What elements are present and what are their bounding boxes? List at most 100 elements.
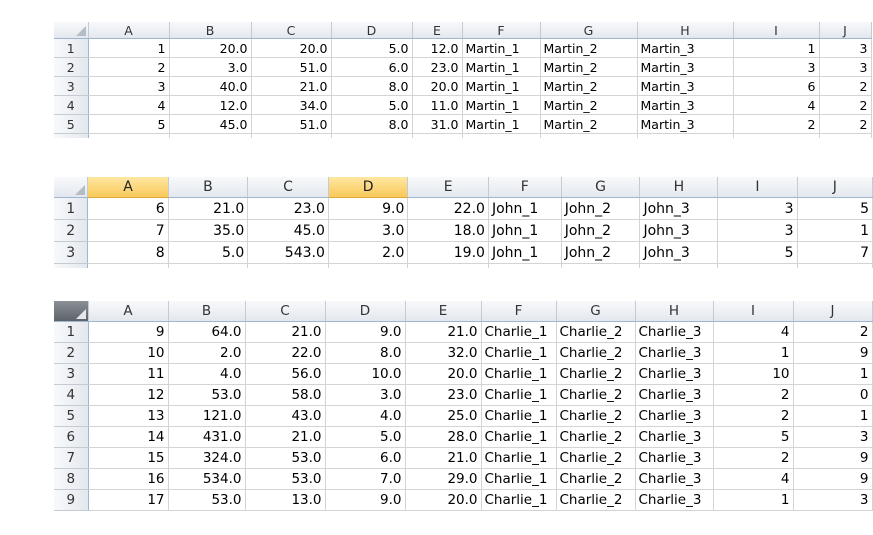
cell-d[interactable]: 4.0	[325, 405, 406, 427]
cell-e[interactable]: 23.0	[405, 384, 482, 406]
cell-e[interactable]: 22.0	[407, 197, 489, 220]
cell-f[interactable]: Martin_1	[462, 114, 541, 134]
row-header[interactable]: 2	[54, 57, 89, 77]
column-header-f[interactable]: F	[462, 22, 541, 39]
cell-d[interactable]: 5.0	[325, 426, 406, 448]
cell-g[interactable]: Charlie_2	[556, 447, 636, 469]
cell-h[interactable]: Charlie_3	[635, 321, 714, 343]
cell-e[interactable]: 31.0	[412, 114, 463, 134]
column-header-b[interactable]: B	[169, 22, 252, 39]
cell-i[interactable]: 4	[713, 321, 794, 343]
cell-f[interactable]: Charlie_1	[481, 321, 557, 343]
cell-a[interactable]: 11	[88, 363, 169, 385]
row-header[interactable]: 3	[54, 363, 89, 385]
cell-c[interactable]: 51.0	[251, 57, 332, 77]
cell-i[interactable]: 2	[713, 447, 794, 469]
cell-a[interactable]: 1	[88, 38, 170, 58]
cell-j[interactable]: 2	[819, 95, 872, 115]
cell-b[interactable]: 45.0	[169, 114, 252, 134]
cell-d[interactable]: 5.0	[331, 38, 413, 58]
cell-d[interactable]: 8.0	[325, 342, 406, 364]
cell-c[interactable]: 58.0	[245, 384, 326, 406]
cell-g[interactable]: Martin_2	[540, 114, 638, 134]
cell-h[interactable]: Charlie_3	[635, 405, 714, 427]
cell-h[interactable]: Charlie_3	[635, 384, 714, 406]
column-header-d-selected[interactable]: D	[328, 177, 409, 198]
select-all-corner[interactable]	[54, 177, 89, 198]
cell-g[interactable]: Martin_2	[540, 38, 638, 58]
cell-e[interactable]: 20.0	[412, 76, 463, 96]
cell-f[interactable]: Charlie_1	[481, 384, 557, 406]
cell-h[interactable]: John_3	[639, 197, 719, 220]
cell-e[interactable]: 19.0	[407, 241, 489, 264]
cell-h[interactable]: Martin_3	[637, 38, 734, 58]
row-header[interactable]: 3	[54, 76, 89, 96]
cell-b[interactable]: 3.0	[169, 57, 252, 77]
cell-j[interactable]: 2	[793, 321, 873, 343]
column-header-g[interactable]: G	[540, 22, 638, 39]
cell-g[interactable]: Charlie_2	[556, 489, 636, 511]
column-header-g[interactable]: G	[556, 301, 636, 322]
cell-h[interactable]: Martin_3	[637, 95, 734, 115]
cell-i[interactable]: 1	[713, 342, 794, 364]
cell-i[interactable]: 3	[717, 219, 798, 242]
cell-e[interactable]: 12.0	[412, 38, 463, 58]
cell-f[interactable]: Martin_1	[462, 76, 541, 96]
row-header[interactable]: 3	[54, 241, 89, 264]
cell-c[interactable]: 53.0	[245, 468, 326, 490]
cell-g[interactable]: John_2	[561, 241, 641, 264]
cell-a[interactable]: 17	[88, 489, 169, 511]
cell-g[interactable]: Charlie_2	[556, 342, 636, 364]
column-header-h[interactable]: H	[637, 22, 734, 39]
cell-c[interactable]: 22.0	[245, 342, 326, 364]
cell-a[interactable]: 7	[87, 219, 169, 242]
column-header-c[interactable]: C	[247, 177, 329, 198]
column-header-b[interactable]: B	[168, 301, 246, 322]
cell-d[interactable]: 5.0	[331, 95, 413, 115]
cell-h[interactable]: Charlie_3	[635, 342, 714, 364]
row-header[interactable]: 6	[54, 426, 89, 448]
cell-j[interactable]: 1	[797, 219, 873, 242]
column-header-h[interactable]: H	[639, 177, 719, 198]
cell-c[interactable]: 23.0	[247, 197, 329, 220]
cell-a[interactable]: 12	[88, 384, 169, 406]
cell-d[interactable]: 8.0	[331, 76, 413, 96]
cell-j[interactable]: 3	[819, 57, 872, 77]
cell-h[interactable]: John_3	[639, 241, 719, 264]
cell-f[interactable]: Martin_1	[462, 95, 541, 115]
cell-f[interactable]: Charlie_1	[481, 363, 557, 385]
column-header-a-selected[interactable]: A	[87, 177, 169, 198]
cell-c[interactable]: 51.0	[251, 114, 332, 134]
cell-i[interactable]: 6	[733, 76, 820, 96]
column-header-j[interactable]: J	[793, 301, 873, 322]
cell-f[interactable]: Martin_1	[462, 38, 541, 58]
cell-b[interactable]: 431.0	[168, 426, 246, 448]
cell-c[interactable]: 53.0	[245, 447, 326, 469]
row-header[interactable]: 1	[54, 38, 89, 58]
column-header-f[interactable]: F	[481, 301, 557, 322]
cell-j[interactable]: 3	[793, 426, 873, 448]
cell-b[interactable]: 2.0	[168, 342, 246, 364]
cell-j[interactable]: 9	[793, 447, 873, 469]
cell-e[interactable]: 28.0	[405, 426, 482, 448]
cell-h[interactable]: Charlie_3	[635, 426, 714, 448]
select-all-corner[interactable]	[54, 301, 89, 322]
cell-a[interactable]: 14	[88, 426, 169, 448]
cell-f[interactable]: Charlie_1	[481, 468, 557, 490]
column-header-a[interactable]: A	[88, 22, 170, 39]
cell-a[interactable]: 8	[87, 241, 169, 264]
cell-i[interactable]: 4	[713, 468, 794, 490]
column-header-i[interactable]: I	[733, 22, 820, 39]
cell-i[interactable]: 4	[733, 95, 820, 115]
row-header[interactable]: 8	[54, 468, 89, 490]
cell-d[interactable]: 8.0	[331, 114, 413, 134]
cell-g[interactable]: Charlie_2	[556, 384, 636, 406]
column-header-c[interactable]: C	[251, 22, 332, 39]
cell-i[interactable]: 5	[717, 241, 798, 264]
cell-b[interactable]: 5.0	[168, 241, 249, 264]
cell-d[interactable]: 3.0	[325, 384, 406, 406]
cell-b[interactable]: 4.0	[168, 363, 246, 385]
row-header[interactable]: 4	[54, 384, 89, 406]
cell-d[interactable]: 10.0	[325, 363, 406, 385]
cell-g[interactable]: Charlie_2	[556, 321, 636, 343]
